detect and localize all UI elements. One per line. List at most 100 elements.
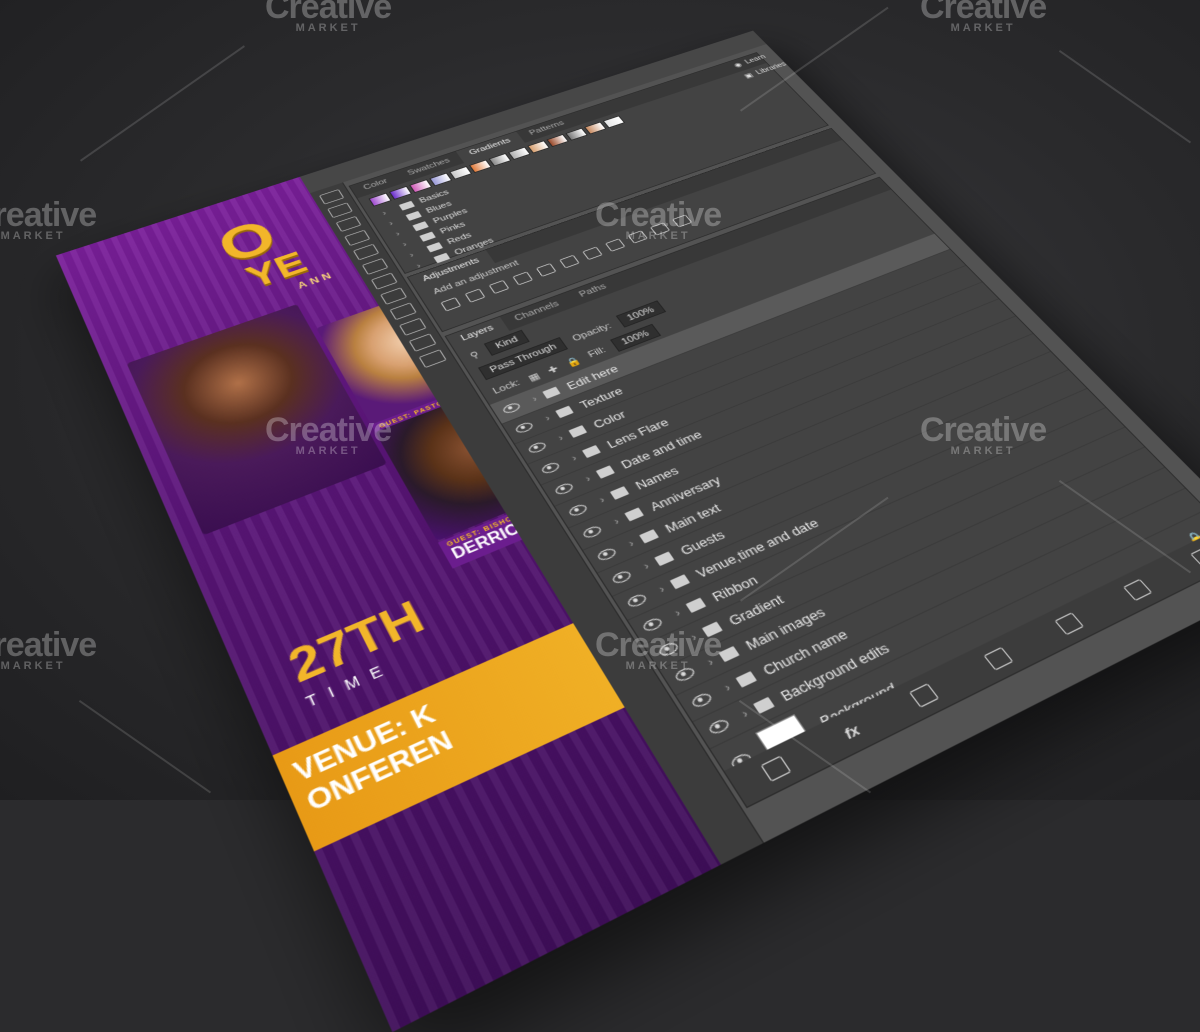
- chevron-right-icon[interactable]: ›: [408, 251, 416, 259]
- folder-icon: [638, 529, 659, 544]
- shape-tool-icon[interactable]: [418, 349, 447, 369]
- photo-filter-icon[interactable]: [627, 230, 648, 244]
- chevron-right-icon[interactable]: ›: [394, 230, 402, 238]
- visibility-eye-icon[interactable]: [595, 546, 618, 563]
- folder-icon: [595, 465, 615, 479]
- visibility-eye-icon[interactable]: [610, 569, 633, 586]
- chevron-right-icon[interactable]: ›: [415, 262, 423, 270]
- trash-icon[interactable]: [1189, 546, 1200, 568]
- visibility-eye-icon[interactable]: [501, 401, 522, 415]
- search-icon[interactable]: ⚲: [468, 349, 481, 361]
- chevron-right-icon[interactable]: ›: [543, 413, 552, 423]
- chevron-right-icon[interactable]: ›: [612, 516, 622, 527]
- visibility-eye-icon[interactable]: [707, 717, 732, 736]
- black-white-icon[interactable]: [605, 238, 626, 252]
- folder-icon: [669, 574, 690, 590]
- lasso-tool-icon[interactable]: [335, 215, 362, 232]
- chevron-right-icon[interactable]: ›: [570, 453, 580, 464]
- chevron-right-icon[interactable]: ›: [641, 561, 652, 573]
- pen-tool-icon[interactable]: [399, 317, 427, 336]
- folder-icon: [735, 671, 757, 688]
- visibility-eye-icon[interactable]: [567, 502, 589, 518]
- brush-tool-icon[interactable]: [361, 258, 389, 275]
- mockup-card: O YE ANN GUEST: PASTOR REBBEC GUEST: BIS…: [55, 30, 1200, 1032]
- adjustment-layer-icon[interactable]: [983, 646, 1014, 671]
- lock-all-icon[interactable]: 🔒: [564, 355, 583, 368]
- gradient-swatch[interactable]: [508, 146, 531, 160]
- hue-saturation-icon[interactable]: [559, 254, 580, 269]
- gradient-swatch[interactable]: [488, 153, 512, 167]
- chevron-right-icon[interactable]: ›: [689, 631, 700, 644]
- levels-icon[interactable]: [464, 288, 486, 303]
- chevron-right-icon[interactable]: ›: [705, 656, 716, 669]
- libraries-icon: ▣: [742, 72, 755, 80]
- visibility-eye-icon[interactable]: [581, 524, 604, 540]
- gradient-swatch[interactable]: [409, 179, 433, 193]
- chevron-right-icon[interactable]: ›: [657, 584, 668, 596]
- visibility-eye-icon[interactable]: [657, 640, 681, 658]
- folder-icon: [624, 507, 644, 522]
- folder-icon: [701, 621, 723, 638]
- mask-icon[interactable]: [909, 682, 940, 708]
- chevron-right-icon[interactable]: ›: [583, 474, 593, 485]
- visibility-eye-icon[interactable]: [641, 616, 665, 634]
- folder-icon: [541, 386, 561, 399]
- gradient-swatch[interactable]: [527, 140, 550, 154]
- mockup-stage: O YE ANN GUEST: PASTOR REBBEC GUEST: BIS…: [0, 0, 1200, 1032]
- gradient-map-icon[interactable]: [672, 214, 693, 228]
- visibility-eye-icon[interactable]: [689, 691, 714, 710]
- brightness-icon[interactable]: [440, 297, 462, 312]
- curves-icon[interactable]: [488, 279, 510, 294]
- visibility-eye-icon[interactable]: [540, 460, 562, 476]
- chevron-right-icon[interactable]: ›: [597, 495, 607, 506]
- folder-icon: [581, 445, 601, 459]
- gradient-swatch[interactable]: [368, 192, 392, 207]
- folder-icon: [718, 646, 740, 663]
- chevron-right-icon[interactable]: ›: [401, 240, 409, 248]
- chevron-right-icon[interactable]: ›: [722, 681, 734, 694]
- visibility-eye-icon[interactable]: [553, 481, 575, 497]
- folder-icon: [653, 551, 675, 567]
- folder-icon: [554, 405, 574, 419]
- type-tool-icon[interactable]: [408, 333, 437, 352]
- gradient-swatch[interactable]: [584, 121, 607, 135]
- eyedropper-tool-icon[interactable]: [352, 243, 380, 261]
- folder-icon: [568, 425, 587, 439]
- visibility-eye-icon[interactable]: [513, 420, 535, 435]
- vibrance-icon[interactable]: [535, 263, 557, 277]
- channel-mixer-icon[interactable]: [649, 222, 671, 236]
- exposure-icon[interactable]: [512, 271, 534, 286]
- visibility-eye-icon[interactable]: [673, 665, 697, 684]
- marquee-tool-icon[interactable]: [327, 202, 353, 219]
- gradient-swatch[interactable]: [565, 127, 588, 141]
- gradient-swatch[interactable]: [389, 186, 412, 200]
- move-tool-icon[interactable]: [318, 189, 345, 205]
- eraser-tool-icon[interactable]: [380, 287, 408, 305]
- folder-icon: [609, 486, 629, 500]
- new-layer-icon[interactable]: [1123, 578, 1153, 601]
- chevron-right-icon[interactable]: ›: [626, 538, 636, 550]
- gradient-swatch[interactable]: [602, 115, 625, 129]
- visibility-eye-icon[interactable]: [625, 592, 649, 609]
- color-balance-icon[interactable]: [582, 246, 603, 261]
- gradient-swatch[interactable]: [546, 134, 569, 147]
- gradient-tool-icon[interactable]: [389, 302, 417, 321]
- visibility-eye-icon[interactable]: [526, 440, 548, 455]
- bulb-icon: ◉: [732, 61, 744, 69]
- chevron-right-icon[interactable]: ›: [530, 394, 539, 404]
- link-icon[interactable]: [760, 755, 792, 782]
- lock-position-icon[interactable]: ✚: [545, 363, 560, 376]
- fill-label: Fill:: [586, 345, 608, 360]
- chevron-right-icon[interactable]: ›: [556, 433, 566, 443]
- chevron-right-icon[interactable]: ›: [387, 220, 395, 228]
- lock-pixels-icon[interactable]: ▦: [526, 370, 542, 383]
- clone-tool-icon[interactable]: [370, 272, 398, 290]
- gradient-swatch[interactable]: [469, 159, 492, 173]
- fx-icon[interactable]: fx: [840, 721, 863, 742]
- crop-tool-icon[interactable]: [344, 229, 371, 246]
- gradient-swatch[interactable]: [449, 166, 472, 180]
- chevron-right-icon[interactable]: ›: [672, 607, 683, 619]
- gradient-swatch[interactable]: [429, 172, 453, 187]
- folder-icon[interactable]: [1054, 612, 1085, 636]
- chevron-right-icon[interactable]: ›: [381, 209, 389, 217]
